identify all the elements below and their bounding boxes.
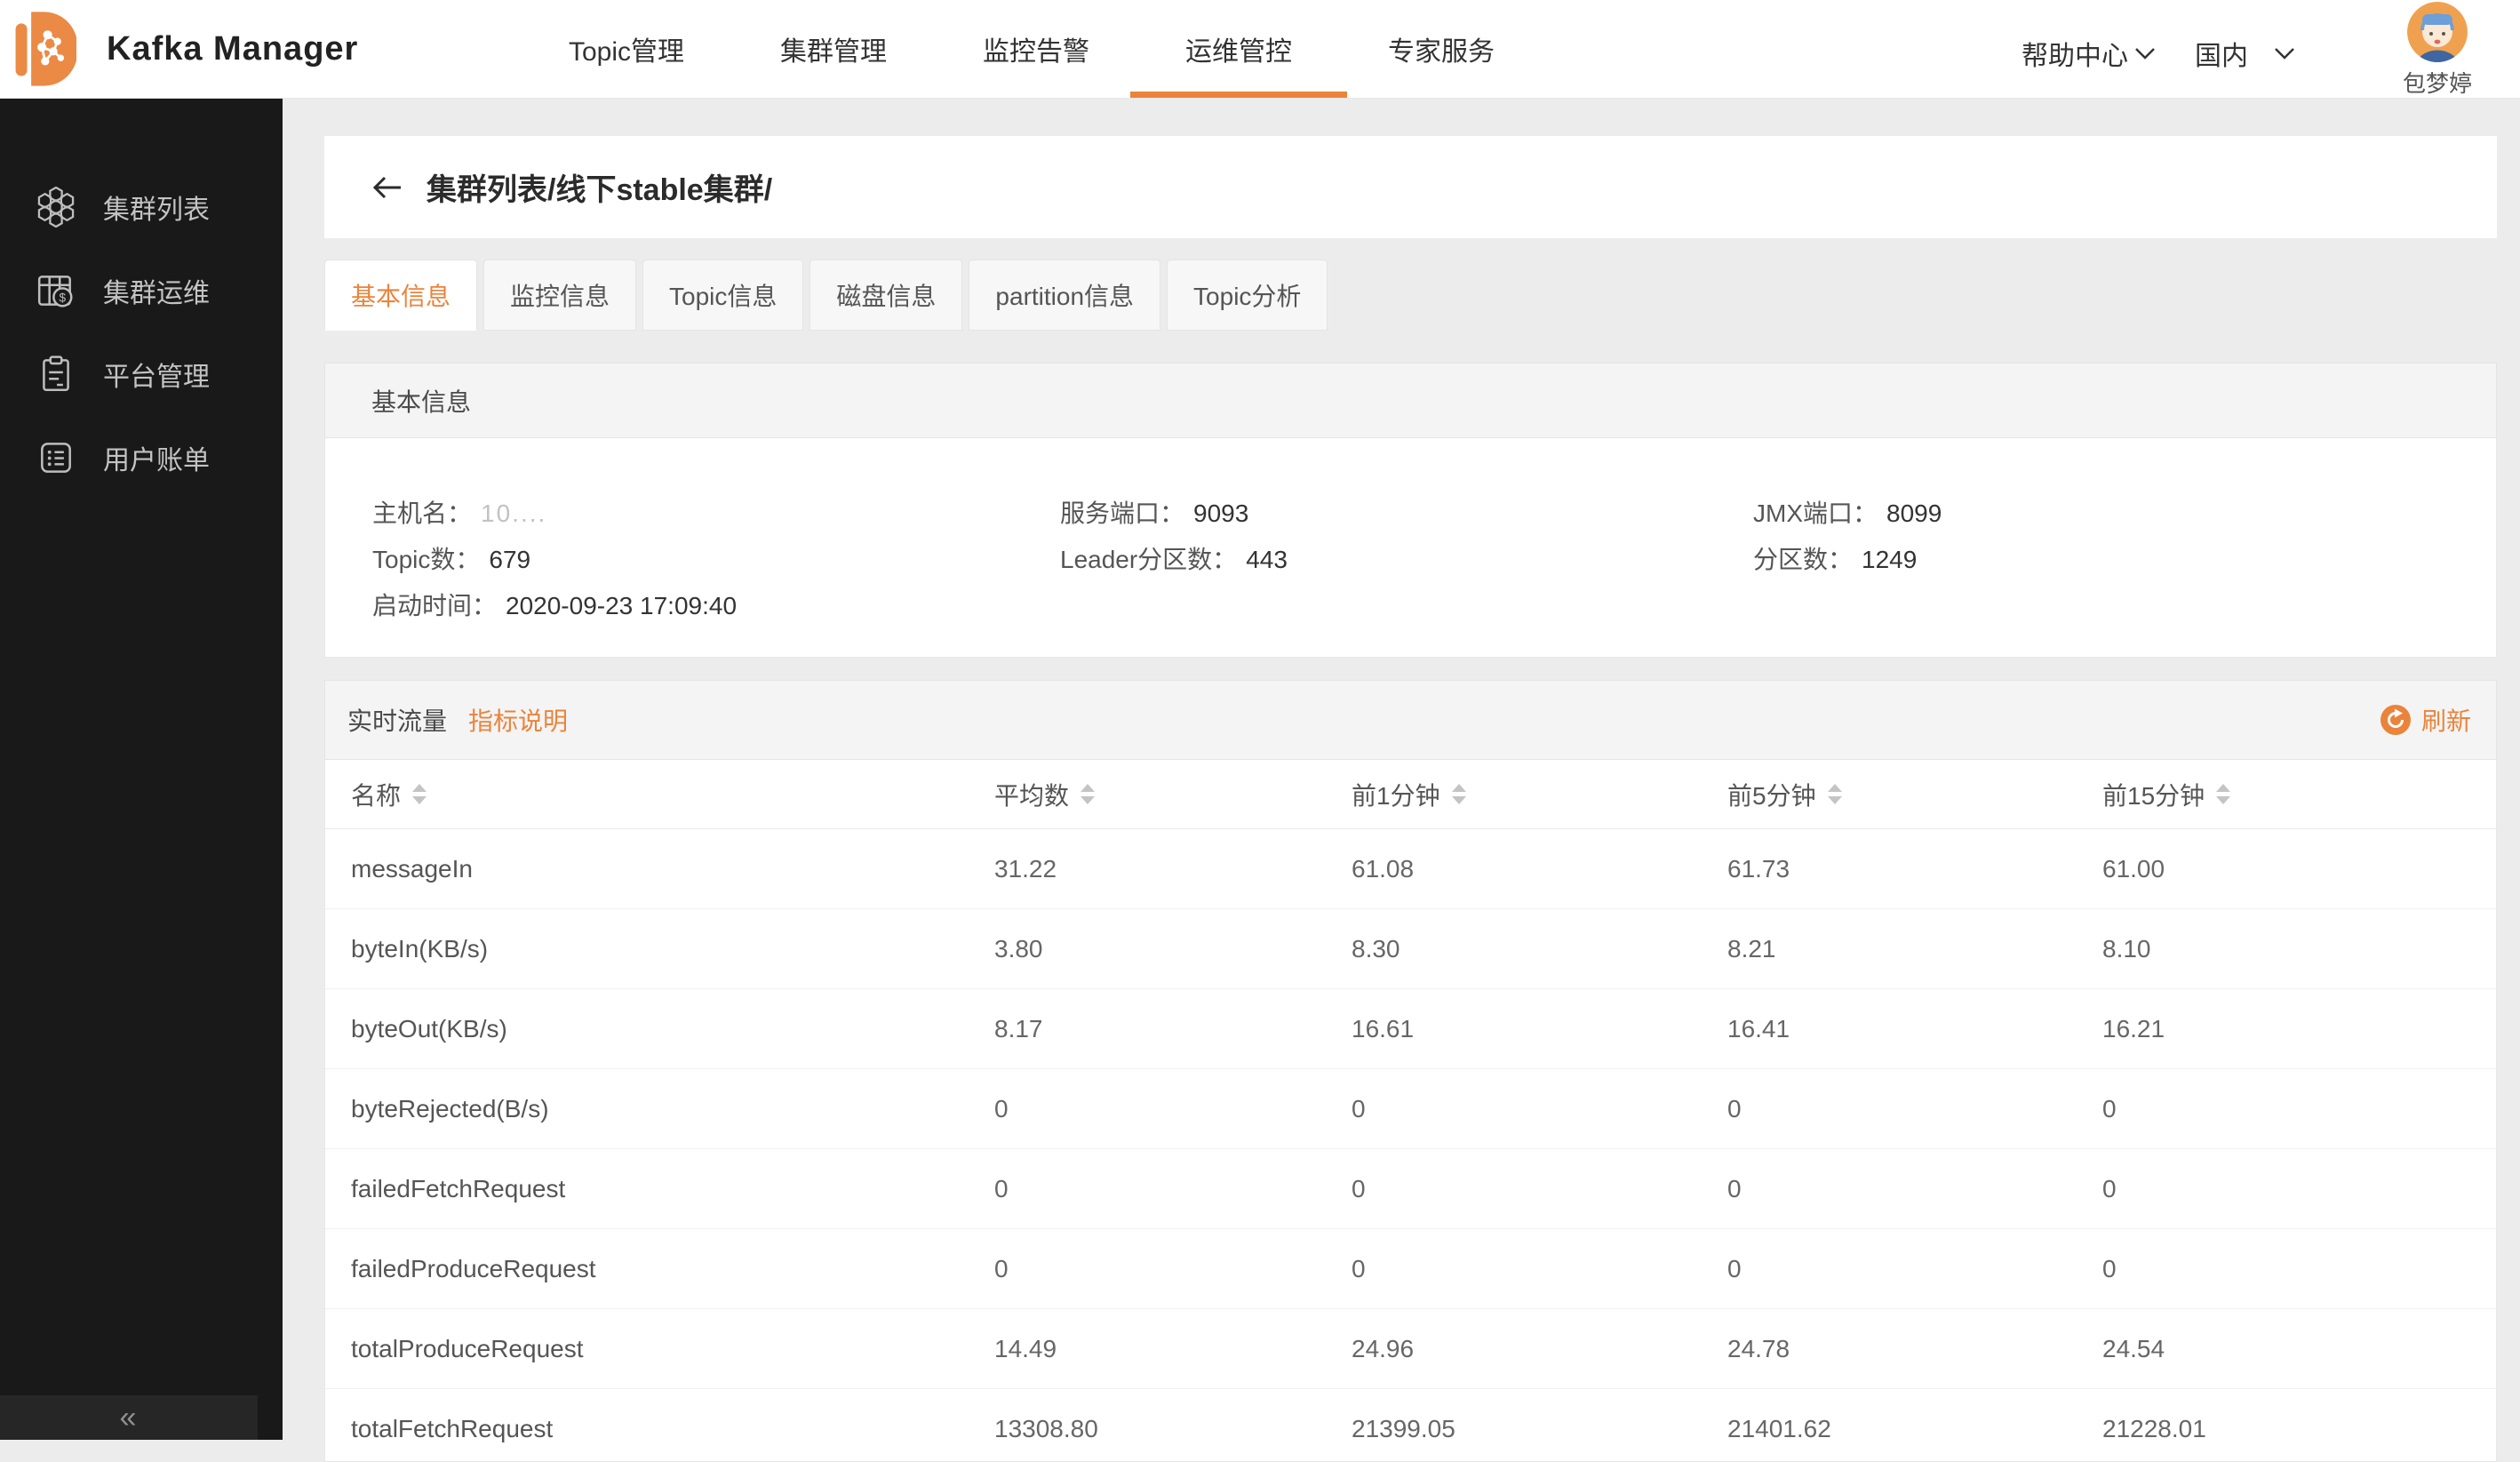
tab-disk-info[interactable]: 磁盘信息 <box>809 260 962 331</box>
field-hostname: 主机名：10.... <box>372 494 546 530</box>
top-nav: Topic管理 集群管理 监控告警 运维管控 专家服务 <box>569 0 1495 98</box>
cluster-list-icon <box>36 187 76 228</box>
app-logo-icon <box>11 10 76 88</box>
user-menu[interactable]: 包梦婷 <box>2403 2 2472 99</box>
refresh-button[interactable]: 刷新 <box>2380 702 2471 738</box>
table-row: failedProduceRequest 0 0 0 0 <box>325 1229 2496 1309</box>
chevron-down-icon <box>2273 46 2296 60</box>
table-row: totalProduceRequest 14.49 24.96 24.78 24… <box>325 1309 2496 1389</box>
region-label: 国内 <box>2195 34 2248 73</box>
tab-topic-analysis[interactable]: Topic分析 <box>1167 260 1328 331</box>
sidebar-item-label: 用户账单 <box>103 438 210 477</box>
realtime-panel-header: 实时流量 指标说明 刷新 <box>324 680 2497 760</box>
tab-topic-info[interactable]: Topic信息 <box>642 260 803 331</box>
platform-admin-icon <box>36 354 76 395</box>
help-center-menu[interactable]: 帮助中心 <box>2022 34 2157 73</box>
table-row: messageIn 31.22 61.08 61.73 61.00 <box>325 829 2496 909</box>
cluster-ops-icon: $ <box>36 270 76 311</box>
sidebar-item-user-bill[interactable]: 用户账单 <box>0 429 283 486</box>
table-row: byteOut(KB/s) 8.17 16.61 16.41 16.21 <box>325 989 2496 1069</box>
svg-text:$: $ <box>60 292 67 305</box>
field-start-time: 启动时间：2020-09-23 17:09:40 <box>372 587 737 622</box>
sidebar-item-cluster-list[interactable]: 集群列表 <box>0 179 283 236</box>
region-selector[interactable]: 国内 <box>2195 34 2296 73</box>
sort-icon <box>412 784 427 804</box>
breadcrumb-card: 集群列表/线下stable集群/ <box>324 136 2497 238</box>
help-center-label: 帮助中心 <box>2022 34 2128 73</box>
basic-info-panel-header: 基本信息 <box>324 363 2497 438</box>
basic-info-panel: 基本信息 主机名：10.... 服务端口：9093 JMX端口：8099 Top… <box>324 363 2497 658</box>
realtime-table: 名称 平均数 前1分钟 前5分钟 前15分钟 messageIn 31.2 <box>324 760 2497 1462</box>
sidebar: 集群列表 $ 集群运维 平台管理 用户账单 <box>0 98 283 1440</box>
sidebar-item-label: 平台管理 <box>103 355 210 394</box>
breadcrumb[interactable]: 集群列表/线下stable集群/ <box>427 165 772 209</box>
sort-icon <box>2216 784 2230 804</box>
panel-title: 基本信息 <box>371 383 471 419</box>
col-header-last-5min[interactable]: 前5分钟 <box>1727 777 1842 812</box>
sidebar-item-label: 集群运维 <box>103 271 210 310</box>
panel-title: 实时流量 <box>347 702 447 738</box>
nav-expert-service[interactable]: 专家服务 <box>1388 0 1495 98</box>
col-header-average[interactable]: 平均数 <box>994 777 1095 812</box>
field-topic-count: Topic数：679 <box>372 540 530 576</box>
back-arrow-icon <box>371 174 403 201</box>
tab-monitor-info[interactable]: 监控信息 <box>483 260 636 331</box>
top-header: Kafka Manager Topic管理 集群管理 监控告警 运维管控 专家服… <box>0 0 2520 98</box>
field-partition-count: 分区数：1249 <box>1753 540 1917 576</box>
username: 包梦婷 <box>2403 66 2472 99</box>
sidebar-item-platform-admin[interactable]: 平台管理 <box>0 346 283 403</box>
tab-basic-info[interactable]: 基本信息 <box>324 260 477 331</box>
basic-info-panel-body: 主机名：10.... 服务端口：9093 JMX端口：8099 Topic数：6… <box>324 438 2497 658</box>
table-header-row: 名称 平均数 前1分钟 前5分钟 前15分钟 <box>325 760 2496 829</box>
col-header-last-1min[interactable]: 前1分钟 <box>1352 777 1466 812</box>
sort-icon <box>1828 784 1842 804</box>
avatar <box>2407 2 2468 62</box>
back-button[interactable] <box>371 174 403 201</box>
field-jmx-port: JMX端口：8099 <box>1753 494 1942 530</box>
field-leader-partition-count: Leader分区数：443 <box>1060 540 1288 576</box>
chevron-down-icon <box>2133 46 2157 60</box>
nav-cluster-management[interactable]: 集群管理 <box>780 0 887 98</box>
sort-icon <box>1452 784 1466 804</box>
brand[interactable]: Kafka Manager <box>11 7 358 91</box>
tab-partition-info[interactable]: partition信息 <box>969 260 1160 331</box>
table-row: byteIn(KB/s) 3.80 8.30 8.21 8.10 <box>325 909 2496 989</box>
detail-tabs: 基本信息 监控信息 Topic信息 磁盘信息 partition信息 Topic… <box>324 260 1328 331</box>
table-row: totalFetchRequest 13308.80 21399.05 2140… <box>325 1389 2496 1462</box>
sidebar-item-cluster-ops[interactable]: $ 集群运维 <box>0 262 283 319</box>
refresh-icon <box>2380 705 2411 735</box>
app-title: Kafka Manager <box>107 30 358 68</box>
col-header-last-15min[interactable]: 前15分钟 <box>2102 777 2230 812</box>
collapse-icon: « <box>120 1401 139 1435</box>
user-bill-icon <box>36 437 76 478</box>
table-row: byteRejected(B/s) 0 0 0 0 <box>325 1069 2496 1149</box>
nav-topic-management[interactable]: Topic管理 <box>569 0 684 98</box>
col-header-name[interactable]: 名称 <box>351 777 427 812</box>
sort-icon <box>1081 784 1095 804</box>
table-row: failedFetchRequest 0 0 0 0 <box>325 1149 2496 1229</box>
field-service-port: 服务端口：9093 <box>1060 494 1248 530</box>
nav-monitor-alert[interactable]: 监控告警 <box>983 0 1089 98</box>
sidebar-collapse-button[interactable]: « <box>0 1395 258 1440</box>
nav-ops-control[interactable]: 运维管控 <box>1185 0 1292 98</box>
refresh-label: 刷新 <box>2421 702 2471 738</box>
metrics-explanation-link[interactable]: 指标说明 <box>468 702 568 738</box>
sidebar-item-label: 集群列表 <box>103 188 210 227</box>
realtime-traffic-panel: 实时流量 指标说明 刷新 名称 平均数 前1分钟 <box>324 680 2497 1462</box>
